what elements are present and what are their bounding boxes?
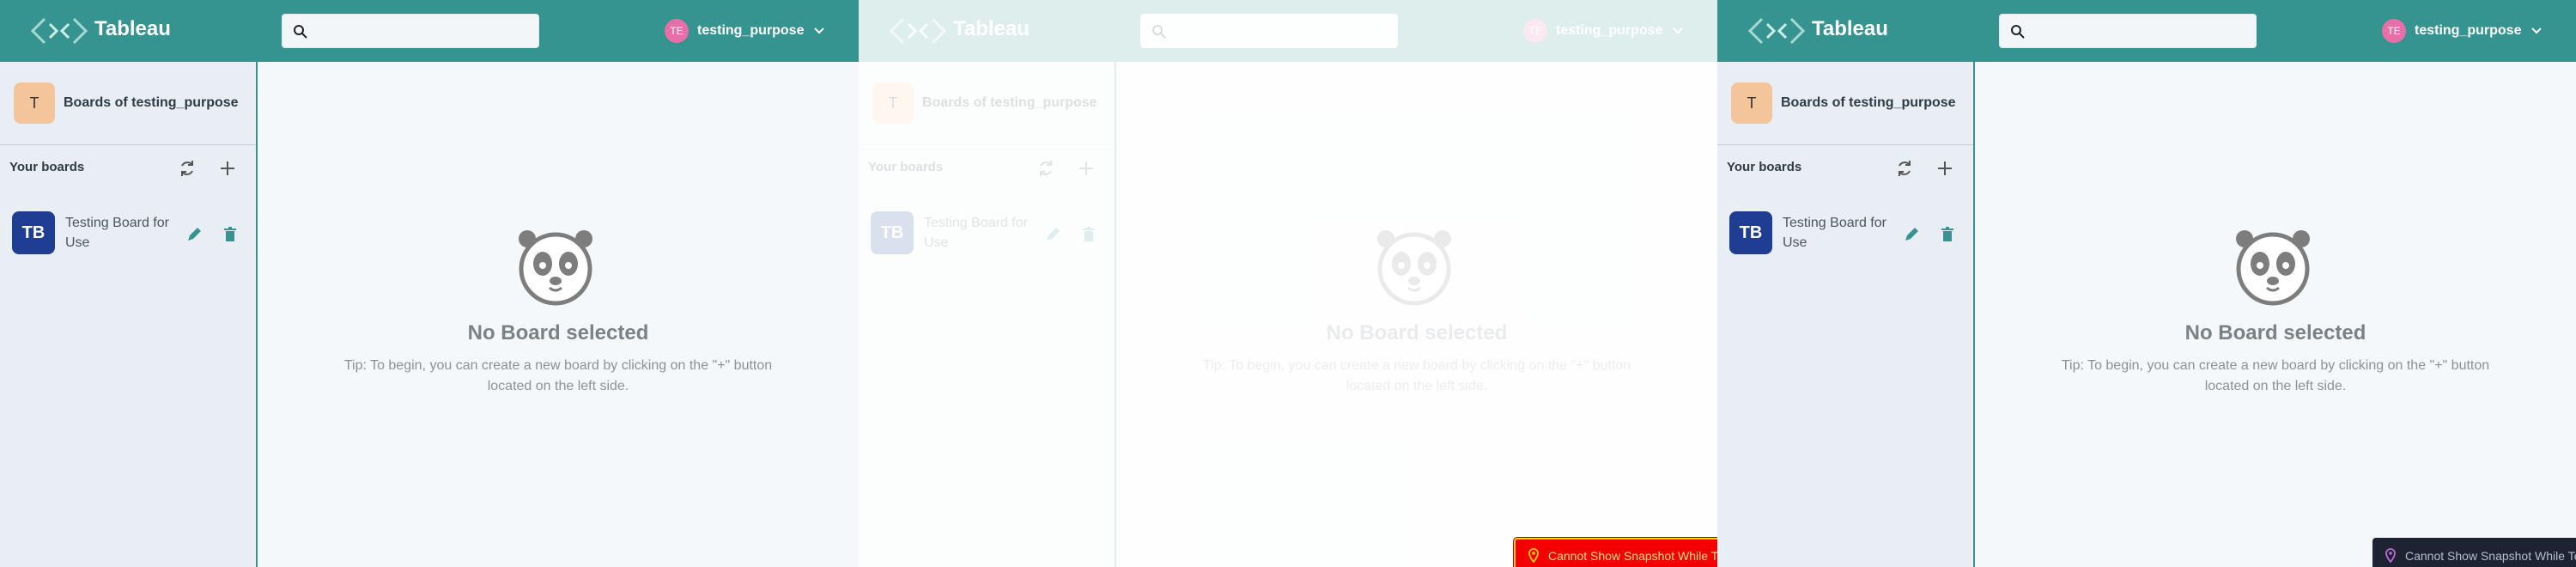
sidebar-divider [1717,144,1973,145]
search-icon [2011,25,2025,39]
org-label: Boards of testing_purpose [1781,95,1956,110]
username-label: testing_purpose [1556,23,1663,38]
search-box[interactable] [282,14,539,49]
brand-name: Tableau [953,17,1030,40]
sidebar-divider [0,144,256,145]
toast-message: Cannot Show Snapshot While Tests Are Run… [1548,549,1717,563]
sidebar-divider [859,144,1115,145]
boards-section-title: Your boards [868,160,944,174]
org-label: Boards of testing_purpose [64,95,239,110]
user-menu[interactable]: TE testing_purpose [665,17,825,45]
edit-icon[interactable] [1901,224,1922,245]
board-list-item[interactable]: TB Testing Board for Use [12,210,244,256]
toast-notification: Cannot Show Snapshot While Tests Are Run… [1514,538,1717,567]
board-name: Testing Board for Use [65,216,169,250]
refresh-icon[interactable] [1894,158,1915,179]
edit-icon[interactable] [1042,224,1063,245]
delete-icon[interactable] [1937,224,1958,245]
chevron-down-icon [814,27,825,34]
chevron-down-icon [1673,27,1684,34]
top-header: Tableau TE testing_purpose [1717,0,2576,62]
top-header: Tableau TE testing_purpose [0,0,859,62]
org-avatar: T [14,82,55,124]
user-menu[interactable]: TE testing_purpose [2382,17,2543,45]
main-content: No Board selected Tip: To begin, you can… [258,62,859,567]
search-icon [1152,25,1166,39]
delete-icon[interactable] [220,224,240,245]
boards-section-title: Your boards [1727,160,1802,174]
search-box[interactable] [1999,14,2257,49]
sidebar: T Boards of testing_purpose Your boards … [0,62,258,567]
org-avatar: T [1731,82,1772,124]
username-label: testing_purpose [697,23,805,38]
panda-icon [519,230,592,306]
board-list-item[interactable]: TB Testing Board for Use [871,210,1103,256]
delete-icon[interactable] [1078,224,1099,245]
search-input[interactable] [2031,15,2249,49]
edit-icon[interactable] [184,224,204,245]
search-icon [294,25,307,39]
toast-layer: Cannot Show Snapshot While Tests Are Run… [1116,62,1717,567]
empty-state-tip: Tip: To begin, you can create a new boar… [343,358,773,393]
search-input[interactable] [1172,15,1390,49]
sidebar: T Boards of testing_purpose Your boards … [1717,62,1975,567]
empty-state-title: No Board selected [467,321,649,344]
sidebar: T Boards of testing_purpose Your boards … [859,62,1116,567]
tableau-logo-icon [889,17,947,45]
org-header[interactable]: T Boards of testing_purpose [1731,82,1956,124]
add-board-icon[interactable] [1935,158,1955,179]
top-header: Tableau TE testing_purpose [859,0,1717,62]
avatar: TE [2382,19,2406,43]
app-screen-left: Tableau TE testing_purpose T Boards of t… [0,0,859,567]
brand-name: Tableau [1812,17,1888,40]
board-avatar: TB [12,211,55,254]
empty-state-tip: Tip: To begin, you can create a new boar… [2061,358,2490,393]
refresh-icon[interactable] [1036,158,1056,179]
add-board-icon[interactable] [217,158,238,179]
avatar: TE [1523,19,1547,43]
avatar: TE [665,19,689,43]
add-board-icon[interactable] [1076,158,1097,179]
board-name: Testing Board for Use [1783,216,1886,250]
toast-message: Cannot Show Snapshot While Tests Are Run… [2405,549,2576,563]
org-label: Boards of testing_purpose [922,95,1097,110]
board-avatar: TB [871,211,914,254]
panda-icon [2236,230,2310,306]
board-list-item[interactable]: TB Testing Board for Use [1729,210,1961,256]
org-header[interactable]: T Boards of testing_purpose [14,82,239,124]
tableau-logo-icon [1747,17,1806,45]
location-pin-icon [2385,548,2396,564]
location-pin-icon [1528,548,1539,564]
org-header[interactable]: T Boards of testing_purpose [872,82,1097,124]
app-screen-right: Tableau TE testing_purpose T Boards of t… [1717,0,2576,567]
tableau-logo-icon [30,17,88,45]
username-label: testing_purpose [2415,23,2522,38]
main-content: No Board selected Tip: To begin, you can… [1975,62,2576,567]
brand-name: Tableau [94,17,171,40]
refresh-icon[interactable] [177,158,197,179]
org-avatar: T [872,82,914,124]
board-name: Testing Board for Use [924,216,1028,250]
boards-section-title: Your boards [9,160,85,174]
user-menu[interactable]: TE testing_purpose [1523,17,1684,45]
search-input[interactable] [313,15,532,49]
app-screen-middle: Tableau TE testing_purpose T Boards of t… [859,0,1717,567]
chevron-down-icon [2531,27,2543,34]
empty-state-title: No Board selected [2184,321,2366,344]
search-box[interactable] [1140,14,1398,49]
board-avatar: TB [1729,211,1772,254]
toast-notification: Cannot Show Snapshot While Tests Are Run… [2372,538,2576,567]
